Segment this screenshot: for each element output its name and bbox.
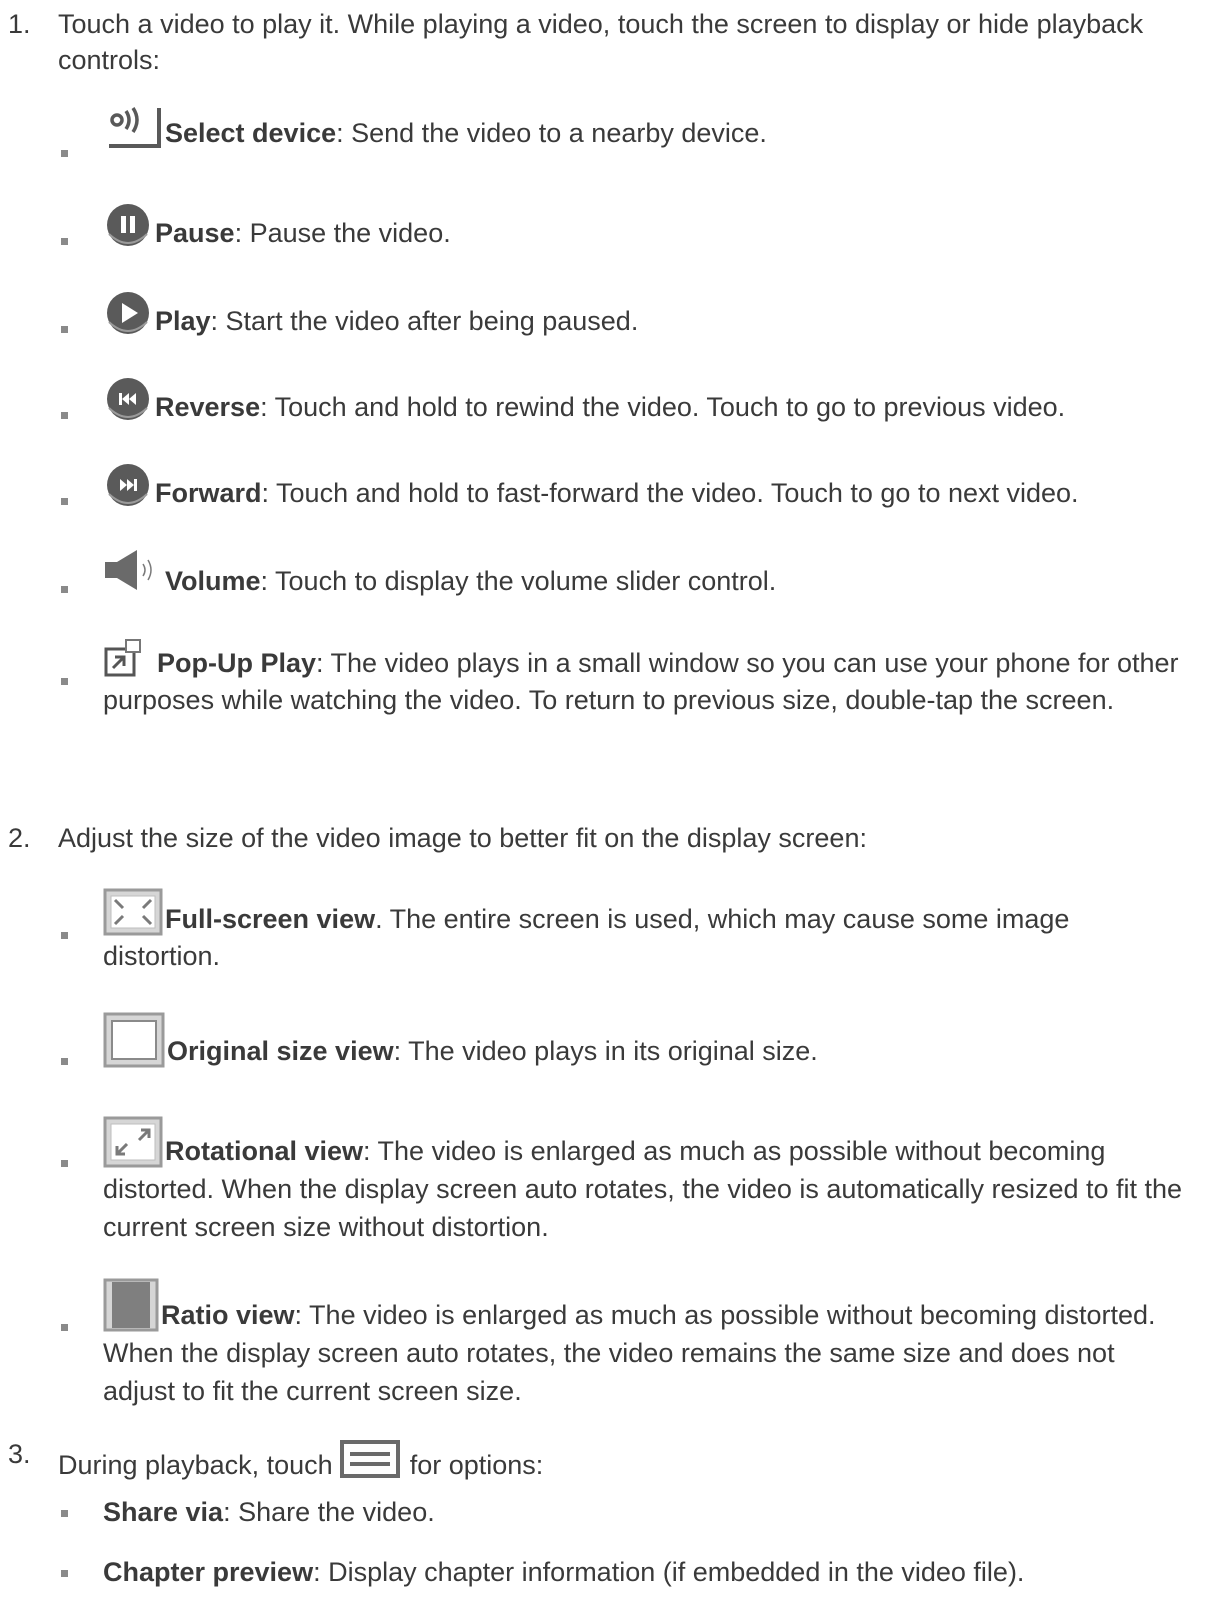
item-term: Full-screen view	[165, 904, 376, 934]
list-item-body: Reverse: Touch and hold to rewind the vi…	[103, 370, 1193, 425]
item-term: Play	[155, 306, 211, 336]
item-term: Share via	[103, 1497, 224, 1527]
item-desc: : Send the video to a nearby device.	[336, 118, 767, 148]
item-term: Select device	[165, 118, 337, 148]
item-term: Original size view	[167, 1036, 394, 1066]
volume-icon	[103, 548, 165, 596]
rewind-icon	[103, 378, 155, 424]
list-item-body: Play: Start the video after being paused…	[103, 284, 1193, 339]
step-text: Touch a video to play it. While playing …	[58, 9, 1144, 75]
bullet-marker	[61, 412, 68, 419]
menu-icon	[340, 1440, 402, 1478]
bullet-marker	[61, 1510, 68, 1517]
bullet-marker	[61, 1058, 68, 1065]
list-item-body: Pause: Pause the video.	[103, 196, 1193, 251]
item-term: Pause	[155, 218, 235, 248]
full-screen-view-icon	[103, 888, 165, 936]
fast-forward-icon	[103, 464, 155, 510]
item-term: Reverse	[155, 392, 261, 422]
item-term: Pop-Up Play	[157, 648, 317, 678]
bullet-marker	[61, 1324, 68, 1331]
step-text: Adjust the size of the video image to be…	[58, 823, 867, 853]
item-desc: : Display chapter information (if embedd…	[313, 1557, 1025, 1587]
rotational-view-icon	[103, 1116, 165, 1168]
bullet-marker	[61, 498, 68, 505]
step-text: During playback, touch for options:	[58, 1436, 1178, 1483]
item-desc: : Pause the video.	[234, 218, 451, 248]
item-desc: : The video plays in its original size.	[393, 1036, 818, 1066]
document-page: 1. Touch a video to play it. While playi…	[0, 0, 1210, 1606]
item-desc: : Share the video.	[223, 1497, 435, 1527]
list-item-body: Original size view: The video plays in i…	[103, 1004, 1193, 1069]
ratio-view-icon	[103, 1278, 161, 1332]
item-desc: : Touch and hold to rewind the video. To…	[260, 392, 1066, 422]
bullet-marker	[61, 586, 68, 593]
list-item-body: Select device: Send the video to a nearb…	[103, 98, 1193, 151]
cast-device-icon	[103, 106, 165, 150]
original-size-view-icon	[103, 1012, 167, 1068]
list-item-body: Forward: Touch and hold to fast-forward …	[103, 456, 1193, 511]
bullet-marker	[61, 1570, 68, 1577]
step-number: 1.	[8, 9, 31, 39]
list-item-body: Chapter preview: Display chapter informa…	[103, 1554, 1193, 1590]
item-term: Rotational view	[165, 1136, 364, 1166]
list-item-body: Volume: Touch to display the volume slid…	[103, 542, 1193, 599]
list-item-body: Rotational view: The video is enlarged a…	[103, 1108, 1193, 1246]
step-number: 3.	[8, 1439, 31, 1469]
pause-icon	[103, 204, 155, 250]
bullet-marker	[61, 1160, 68, 1167]
item-term: Volume	[165, 566, 261, 596]
play-icon	[103, 292, 155, 338]
item-term: Forward	[155, 478, 262, 508]
item-desc: : Start the video after being paused.	[210, 306, 639, 336]
step-text-after: for options:	[409, 1450, 544, 1480]
list-item-body: Full-screen view. The entire screen is u…	[103, 880, 1193, 975]
popup-play-icon	[103, 638, 157, 678]
bullet-marker	[61, 932, 68, 939]
bullet-marker	[61, 678, 68, 685]
bullet-marker	[61, 150, 68, 157]
item-term: Chapter preview	[103, 1557, 314, 1587]
step-number: 2.	[8, 823, 31, 853]
bullet-marker	[61, 326, 68, 333]
item-desc: : Touch to display the volume slider con…	[260, 566, 777, 596]
item-desc: : Touch and hold to fast-forward the vid…	[261, 478, 1079, 508]
list-item-body: Share via: Share the video.	[103, 1494, 1193, 1530]
step-text-before: During playback, touch	[58, 1450, 333, 1480]
bullet-marker	[61, 238, 68, 245]
list-item-body: Pop-Up Play: The video plays in a small …	[103, 632, 1193, 719]
item-term: Ratio view	[161, 1300, 295, 1330]
list-item-body: Ratio view: The video is enlarged as muc…	[103, 1270, 1193, 1410]
